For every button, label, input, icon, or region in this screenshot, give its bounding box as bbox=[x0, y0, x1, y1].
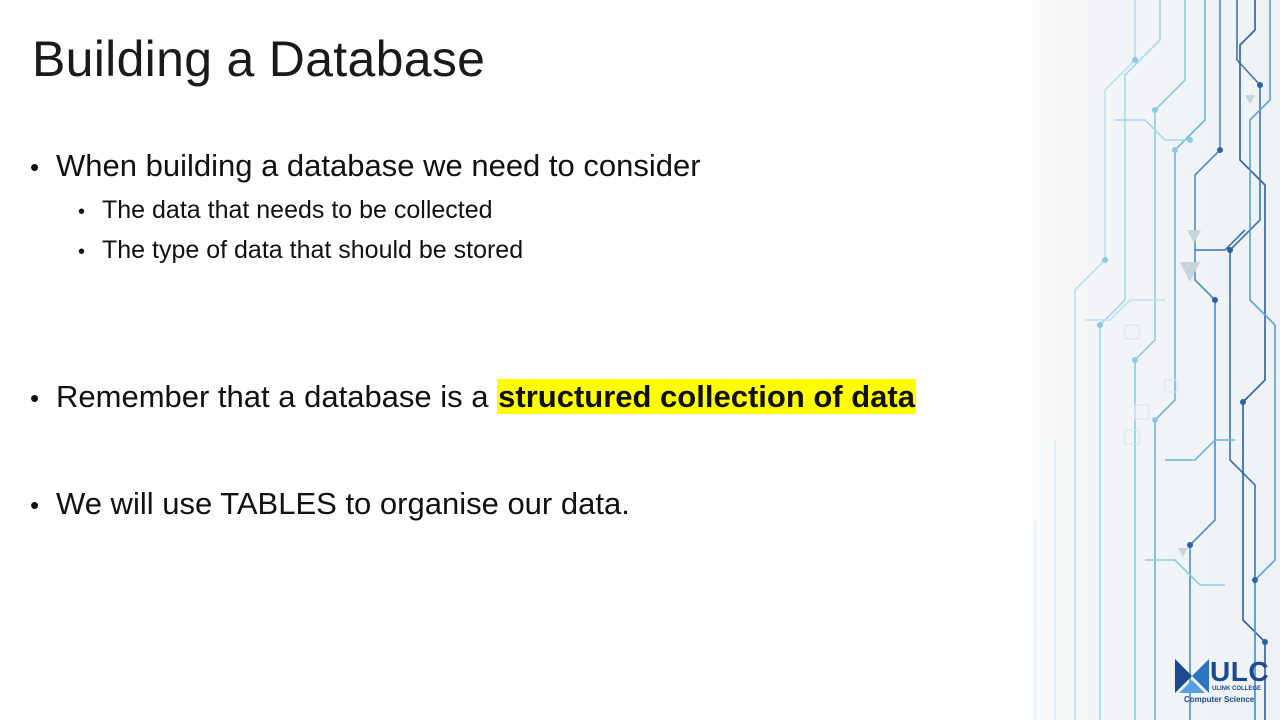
bullet-dot: • bbox=[30, 490, 40, 520]
bullet-dot: • bbox=[78, 241, 86, 263]
slide-title: Building a Database bbox=[32, 31, 486, 87]
bullet-dot: • bbox=[78, 201, 86, 223]
bullet-text: When building a database we need to cons… bbox=[56, 148, 701, 183]
highlighted-text: structured collection of data bbox=[497, 379, 916, 414]
ulc-logo-mark-icon bbox=[1175, 659, 1209, 693]
bullet-text: We will use TABLES to organise our data. bbox=[56, 486, 630, 521]
bullet-dot: • bbox=[30, 152, 40, 182]
logo-org-name: ULINK COLLEGE bbox=[1212, 686, 1261, 692]
circuit-decoration bbox=[1015, 0, 1280, 720]
bullet-item: • We will use TABLES to organise our data… bbox=[30, 484, 630, 525]
logo-department: Computer Science bbox=[1184, 695, 1255, 704]
sub-bullet-text: The data that needs to be collected bbox=[102, 196, 493, 224]
ulc-logo: ULC ULINK COLLEGE Computer Science bbox=[1172, 656, 1276, 708]
bullet-item: • Remember that a database is a structure… bbox=[30, 377, 916, 418]
logo-wordmark: ULC bbox=[1210, 656, 1270, 687]
bullet-item: • When building a database we need to con… bbox=[30, 146, 701, 187]
sub-bullet-item: • The data that needs to be collected bbox=[78, 194, 493, 228]
bullet-text: Remember that a database is a bbox=[56, 379, 498, 414]
sub-bullet-item: • The type of data that should be stored bbox=[78, 234, 523, 268]
circuit-pattern-graphic bbox=[1034, 0, 1276, 720]
sub-bullet-text: The type of data that should be stored bbox=[102, 236, 524, 264]
bullet-dot: • bbox=[30, 383, 40, 413]
